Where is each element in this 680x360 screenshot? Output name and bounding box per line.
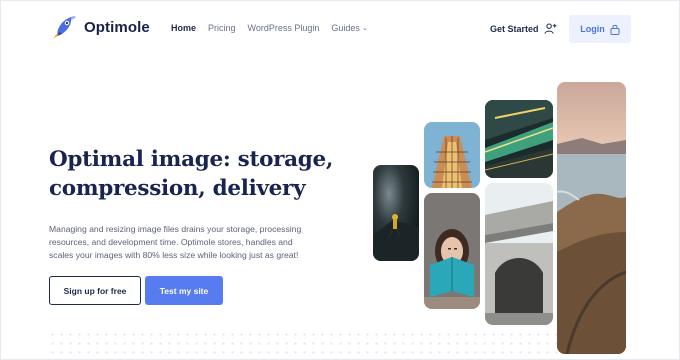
hero-headline-line1: Optimal image: storage, (49, 147, 334, 172)
get-started-label: Get Started (490, 23, 539, 34)
chevron-down-icon: ⌄ (361, 25, 368, 32)
hero-description: Managing and resizing image files drains… (49, 224, 302, 260)
brand-name: Optimole (84, 18, 150, 36)
test-my-site-button[interactable]: Test my site (145, 276, 223, 305)
user-plus-icon (543, 23, 557, 34)
get-started-link[interactable]: Get Started (490, 22, 557, 35)
hero-headline-line2: compression, delivery (49, 176, 306, 201)
photo-metro-station (485, 100, 553, 178)
nav-item-pricing[interactable]: Pricing (208, 23, 236, 33)
lock-icon (610, 24, 620, 35)
photo-building (424, 122, 480, 188)
photo-coast (557, 82, 626, 354)
login-button[interactable]: Login (569, 15, 631, 43)
nav-item-home[interactable]: Home (171, 23, 196, 33)
sign-up-button[interactable]: Sign up for free (49, 276, 141, 305)
photo-bridge (485, 183, 553, 325)
hero-headline: Optimal image: storage, compression, del… (49, 145, 339, 203)
brand-logo[interactable]: Optimole (52, 14, 150, 40)
nav-item-wordpress-plugin[interactable]: WordPress Plugin (248, 23, 320, 33)
login-label: Login (580, 24, 605, 34)
nav-item-guides-label: Guides (331, 23, 360, 33)
main-nav: Home Pricing WordPress Plugin Guides ⌄ (171, 23, 368, 33)
rocket-mascot-icon (53, 16, 76, 39)
dot-pattern-decoration (48, 330, 568, 360)
photo-climber (373, 165, 419, 261)
nav-item-guides[interactable]: Guides ⌄ (331, 23, 367, 33)
photo-woman-book (424, 193, 480, 309)
